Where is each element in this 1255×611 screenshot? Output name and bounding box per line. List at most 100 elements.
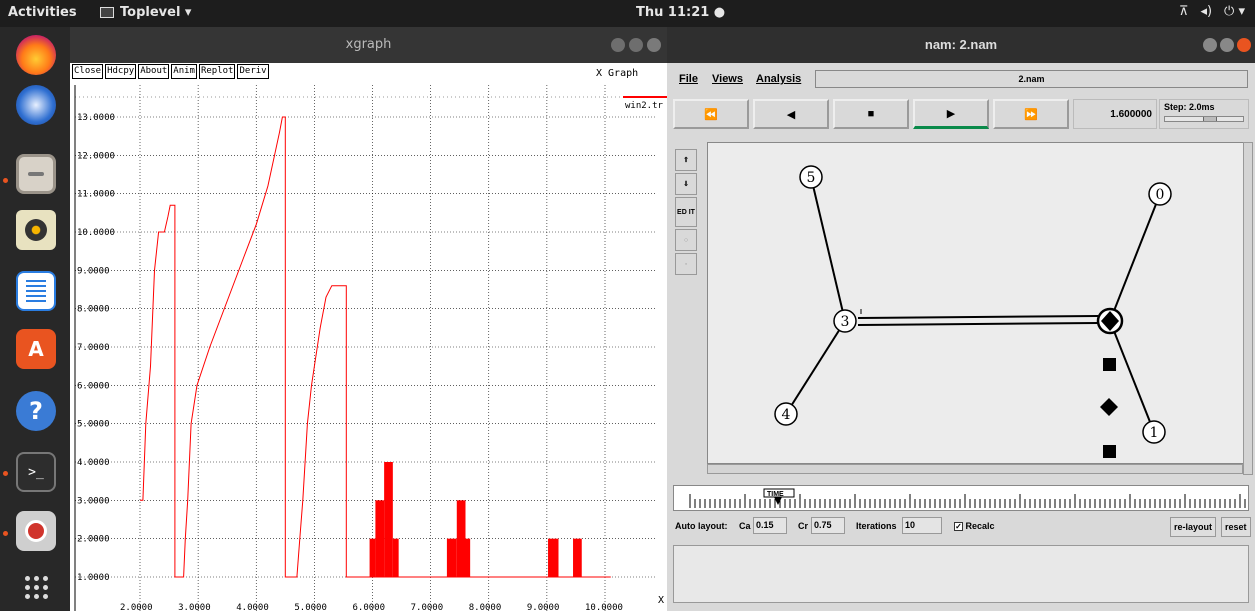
time-display: 1.600000 — [1073, 99, 1157, 129]
legend-label: win2.tr — [625, 101, 664, 111]
rhythmbox-icon[interactable] — [16, 210, 56, 250]
zoom-in-icon[interactable]: ⇑ — [675, 149, 697, 171]
thunderbird-icon[interactable] — [16, 85, 56, 125]
y-tick-label: 1.0000 — [77, 573, 110, 583]
x-tick-label: 8.0000 — [469, 603, 502, 611]
canvas-vertical-scrollbar[interactable] — [1243, 142, 1253, 475]
x-tick-label: 2.0000 — [120, 603, 153, 611]
checkbox-check-icon: ✓ — [954, 522, 963, 532]
replot-button[interactable]: Replot — [198, 64, 236, 79]
zoom-out-icon[interactable]: ⇓ — [675, 173, 697, 195]
series-bar — [548, 538, 559, 577]
y-tick-label: 9.0000 — [77, 266, 110, 276]
rewind-button[interactable]: ⏪ — [673, 99, 749, 129]
nam-titlebar[interactable]: nam: 2.nam — [667, 27, 1255, 63]
x-tick-label: 6.0000 — [353, 603, 386, 611]
iterations-label: Iterations — [856, 521, 897, 531]
files-icon[interactable] — [16, 154, 56, 194]
link-4-3 — [785, 320, 846, 415]
step-slider[interactable] — [1164, 116, 1244, 122]
node-label: 4 — [782, 407, 791, 423]
about-button[interactable]: About — [138, 64, 170, 79]
app-menu[interactable]: Toplevel ▾ — [100, 5, 191, 20]
xgraph-button-row: Close Hdcpy About Anim Replot Deriv — [72, 64, 269, 79]
updater-icon[interactable] — [16, 511, 56, 551]
link-0-2 — [1109, 193, 1161, 322]
rewind-icon: ⏪ — [704, 108, 718, 121]
terminal-icon[interactable]: >_ — [16, 452, 56, 492]
x-tick-label: 3.0000 — [178, 603, 211, 611]
activities-button[interactable]: Activities — [8, 5, 77, 20]
system-tray[interactable]: ⊼ ◂) ⏻ ▾ — [1179, 4, 1245, 19]
menu-file[interactable]: File — [679, 73, 698, 85]
timeline-ticks: TIME — [689, 488, 1246, 508]
y-tick-label: 12.0000 — [77, 151, 115, 161]
ca-input[interactable]: 0.15 — [753, 517, 787, 534]
hdcpy-button[interactable]: Hdcpy — [105, 64, 137, 79]
reset-button[interactable]: reset — [1221, 517, 1251, 537]
step-back-button[interactable]: ◀ — [753, 99, 829, 129]
timeline[interactable]: TIME — [673, 485, 1249, 511]
close-window-button[interactable] — [1237, 38, 1251, 52]
step-control[interactable]: Step: 2.0ms — [1159, 99, 1249, 129]
help-icon[interactable]: ? — [16, 391, 56, 431]
menu-views[interactable]: Views — [712, 73, 743, 85]
auto-layout-label: Auto layout: — [675, 521, 728, 531]
dock: A ? >_ — [0, 27, 70, 611]
recalc-label: Recalc — [965, 521, 995, 531]
network-icon[interactable]: ⊼ — [1179, 4, 1189, 19]
y-tick-label: 6.0000 — [77, 381, 110, 391]
series-bar — [456, 500, 466, 577]
firefox-icon[interactable] — [16, 35, 56, 75]
show-apps-icon[interactable] — [16, 567, 56, 607]
series-bar — [573, 538, 582, 577]
y-tick-label: 4.0000 — [77, 458, 110, 468]
top-bar: Activities Toplevel ▾ Thu 11:21 ● ⊼ ◂) ⏻… — [0, 0, 1255, 27]
time-marker-label: TIME — [767, 491, 784, 498]
software-icon[interactable]: A — [16, 329, 56, 369]
step-label: Step: 2.0ms — [1164, 102, 1215, 112]
window-icon — [100, 7, 114, 18]
deriv-button[interactable]: Deriv — [237, 64, 269, 79]
writer-icon[interactable] — [16, 271, 56, 311]
minimize-button[interactable] — [1203, 38, 1217, 52]
x-tick-label: 10.0000 — [585, 603, 623, 611]
network-topology: 0 1 3 4 5 — [774, 165, 1172, 458]
menu-analysis[interactable]: Analysis — [756, 73, 801, 85]
anim-button[interactable]: Anim — [171, 64, 197, 79]
series-bar — [369, 538, 376, 577]
x-tick-label: 7.0000 — [411, 603, 444, 611]
x-axis-letter: X — [658, 595, 664, 606]
playback-controls: ⏪ ◀ ■ ▶ ⏩ 1.600000 Step: 2.0ms — [673, 99, 1249, 133]
y-tick-label: 8.0000 — [77, 305, 110, 315]
volume-icon[interactable]: ◂) — [1200, 4, 1212, 19]
link-3-2-bottom — [857, 322, 1099, 326]
queued-packet — [1103, 358, 1116, 371]
stop-button[interactable]: ■ — [833, 99, 909, 129]
cr-input[interactable]: 0.75 — [811, 517, 845, 534]
close-button[interactable]: Close — [72, 64, 104, 79]
recalc-checkbox[interactable]: ✓ Recalc — [954, 517, 995, 535]
network-canvas[interactable]: 0 1 3 4 5 — [707, 142, 1244, 464]
x-tick-label: 9.0000 — [527, 603, 560, 611]
relayout-button[interactable]: re-layout — [1170, 517, 1217, 537]
y-tick-label: 2.0000 — [77, 535, 110, 545]
step-slider-thumb[interactable] — [1203, 117, 1217, 121]
play-button[interactable]: ▶ — [913, 99, 989, 129]
fast-forward-button[interactable]: ⏩ — [993, 99, 1069, 129]
add-node-icon[interactable]: ○ — [675, 229, 697, 251]
nam-filename: 2.nam — [815, 70, 1248, 88]
add-small-node-icon[interactable]: ◦ — [675, 253, 697, 275]
xgraph-plot: 1.0000 2.0000 3.0000 4.0000 5.0000 6.0000 7.00… — [74, 85, 667, 611]
y-tick-label: 10.0000 — [77, 228, 115, 238]
power-icon[interactable]: ⏻ ▾ — [1224, 4, 1245, 19]
y-tick-label: 13.0000 — [77, 113, 115, 123]
iterations-input[interactable]: 10 — [902, 517, 942, 534]
stop-icon: ■ — [867, 108, 875, 120]
edit-icon[interactable]: ED IT — [675, 197, 697, 227]
annotation-pane[interactable] — [673, 545, 1249, 603]
clock[interactable]: Thu 11:21 ● — [636, 5, 725, 20]
nam-window: nam: 2.nam File Views Analysis 2.nam ⏪ ◀… — [667, 27, 1255, 611]
maximize-button[interactable] — [1220, 38, 1234, 52]
canvas-horizontal-scrollbar[interactable] — [707, 464, 1243, 474]
